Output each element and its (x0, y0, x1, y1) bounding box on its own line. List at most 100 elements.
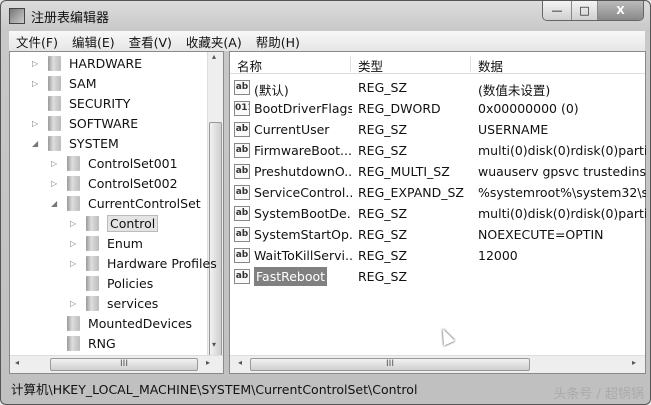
string-value-icon: ab (234, 80, 250, 95)
string-value-icon: ab (234, 206, 250, 221)
list-horizontal-thumb[interactable]: III (250, 358, 530, 371)
tree-node-label: MountedDevices (88, 315, 193, 331)
tree-node-label: HARDWARE (69, 55, 143, 71)
tree-node[interactable]: ▷ SAM (32, 73, 97, 93)
expander-icon[interactable]: ▷ (32, 119, 42, 128)
expander-icon[interactable]: ▷ (70, 259, 80, 268)
window-title: 注册表编辑器 (31, 10, 110, 26)
value-row[interactable]: ab FastReboot REG_SZ (234, 267, 634, 287)
tree-node[interactable]: ◢ CurrentControlSet (51, 193, 201, 213)
scroll-right-icon[interactable]: ▸ (206, 358, 210, 367)
value-type: REG_SZ (358, 122, 408, 137)
tree-node-label: ControlSet001 (88, 155, 178, 171)
expander-icon[interactable]: ▷ (32, 59, 42, 68)
expander-icon[interactable]: ▷ (51, 159, 61, 168)
tree-node[interactable]: ▷ ControlSet001 (51, 153, 178, 173)
tree-node-label: SYSTEM (69, 135, 119, 151)
value-data: 0x00000000 (0) (478, 101, 579, 116)
tree-node[interactable]: Policies (70, 273, 153, 293)
value-name: SystemBootDe... (254, 206, 352, 221)
tree-node-label: Enum (107, 235, 143, 251)
expander-icon[interactable]: ▷ (51, 179, 61, 188)
tree-node[interactable]: ▷ services (70, 293, 158, 313)
scroll-left-icon[interactable]: ◂ (15, 358, 19, 367)
value-row[interactable]: ab WaitToKillServi... REG_SZ 12000 (234, 246, 634, 266)
list-horizontal-scrollbar[interactable]: ◂ III ▸ (230, 355, 645, 373)
expander-icon[interactable]: ▷ (70, 239, 80, 248)
tree-node-label: SAM (69, 75, 97, 91)
value-name: FirmwareBoot... (254, 143, 352, 158)
tree-node[interactable]: ▷ SOFTWARE (32, 113, 138, 133)
expander-icon[interactable]: ▷ (70, 219, 80, 228)
regedit-app-icon (9, 8, 25, 24)
expander-icon[interactable]: ◢ (32, 139, 42, 148)
expander-icon[interactable]: ▷ (70, 299, 80, 308)
tree-node[interactable]: ▷ Hardware Profiles (70, 253, 217, 273)
value-data: NOEXECUTE=OPTIN (478, 227, 604, 242)
string-value-icon: ab (234, 143, 250, 158)
tree-horizontal-scrollbar[interactable]: ◂ III ▸ (10, 355, 223, 373)
folder-icon (48, 75, 61, 91)
tree-horizontal-thumb[interactable]: III (50, 358, 198, 371)
folder-icon (67, 195, 80, 211)
value-row[interactable]: ab CurrentUser REG_SZ USERNAME (234, 120, 634, 140)
close-button[interactable]: X (597, 1, 643, 20)
menu-help[interactable]: 帮助(H) (249, 32, 307, 51)
tree-vertical-thumb[interactable] (209, 122, 222, 362)
folder-icon (67, 315, 80, 331)
menu-bar: 文件(F) 编辑(E) 查看(V) 收藏夹(A) 帮助(H) (9, 31, 645, 51)
folder-icon (86, 295, 99, 311)
menu-edit[interactable]: 编辑(E) (65, 32, 122, 51)
column-name[interactable]: 名称 (230, 56, 262, 74)
scroll-up-icon[interactable]: ▴ (212, 52, 216, 61)
tree-node-label: Hardware Profiles (107, 255, 217, 271)
menu-file[interactable]: 文件(F) (9, 32, 65, 51)
tree-node[interactable]: ▷ ControlSet002 (51, 173, 178, 193)
maximize-button[interactable]: □ (571, 1, 597, 20)
tree-node[interactable]: SECURITY (32, 93, 130, 113)
scroll-down-icon[interactable]: ▾ (212, 340, 216, 349)
menu-favorites[interactable]: 收藏夹(A) (179, 32, 249, 51)
value-row[interactable]: 011 BootDriverFlags REG_DWORD 0x00000000 (0… (234, 99, 634, 119)
value-type: REG_SZ (358, 269, 408, 284)
value-name: PreshutdownO... (254, 164, 352, 179)
tree-node[interactable]: ▷ Control (70, 213, 159, 233)
value-data: multi(0)disk(0)rdisk(0)partitio (478, 143, 646, 158)
value-type: REG_SZ (358, 227, 408, 242)
tree-node[interactable]: ▷ Enum (70, 233, 143, 253)
expander-icon[interactable]: ◢ (51, 199, 61, 208)
tree-node-label: SOFTWARE (69, 115, 139, 131)
string-value-icon: ab (234, 227, 250, 242)
folder-icon (86, 255, 99, 271)
tree-node-label: services (107, 295, 159, 311)
value-row[interactable]: ab SystemStartOp... REG_SZ NOEXECUTE=OPTIN (234, 225, 634, 245)
menu-view[interactable]: 查看(V) (122, 32, 179, 51)
key-tree-pane: ▴ ▾ ◂ III ▸ ▷ HARDWARE ▷ SAM SECURITY ▷ SOFTWA… (9, 51, 224, 374)
scroll-left-icon[interactable]: ◂ (238, 358, 242, 367)
scroll-right-icon[interactable]: ▸ (632, 358, 636, 367)
value-row[interactable]: ab PreshutdownO... REG_MULTI_SZ wuauserv gp… (234, 162, 646, 182)
value-row[interactable]: ab ServiceControl... REG_EXPAND_SZ %systemr… (234, 183, 646, 203)
folder-icon (86, 215, 99, 231)
registry-editor-window: 注册表编辑器 — □ X 文件(F) 编辑(E) 查看(V) 收藏夹(A) 帮助… (0, 0, 651, 405)
column-data[interactable]: 数据 (470, 56, 503, 74)
value-data: multi(0)disk(0)rdisk(0)partitio (478, 206, 646, 221)
string-value-icon: ab (234, 122, 250, 137)
tree-node-label: RNG (88, 335, 116, 351)
tree-vertical-scrollbar[interactable]: ▴ ▾ (207, 52, 223, 362)
folder-icon (67, 335, 80, 351)
expander-icon[interactable]: ▷ (32, 79, 42, 88)
minimize-button[interactable]: — (543, 1, 571, 20)
folder-icon (48, 55, 61, 71)
value-row[interactable]: ab SystemBootDe... REG_SZ multi(0)disk(0)rd… (234, 204, 646, 224)
tree-node-label: Policies (107, 275, 154, 291)
tree-node[interactable]: ▷ HARDWARE (32, 53, 142, 73)
value-row[interactable]: ab (默认) REG_SZ (数值未设置) (234, 78, 634, 98)
value-name: ServiceControl... (254, 185, 352, 200)
tree-node[interactable]: MountedDevices (51, 313, 192, 333)
tree-node[interactable]: ◢ SYSTEM (32, 133, 119, 153)
tree-node[interactable]: RNG (51, 333, 116, 353)
column-type[interactable]: 类型 (350, 56, 383, 74)
folder-icon (86, 275, 99, 291)
value-row[interactable]: ab FirmwareBoot... REG_SZ multi(0)disk(0)rd… (234, 141, 646, 161)
